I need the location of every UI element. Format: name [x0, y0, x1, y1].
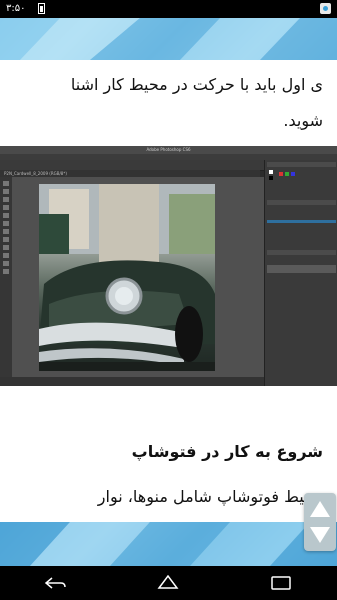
ps-swatch: [279, 172, 283, 176]
ps-tool: [3, 253, 9, 258]
ps-tool: [3, 189, 9, 194]
recents-icon[interactable]: [270, 576, 292, 590]
scroll-thumb-icon[interactable]: [304, 493, 336, 551]
ps-swatch: [291, 172, 295, 176]
bottom-banner: [0, 522, 337, 566]
ps-tool: [3, 181, 9, 186]
battery-icon: [38, 3, 45, 14]
ps-tool: [3, 205, 9, 210]
ps-tool: [3, 197, 9, 202]
ps-tool: [3, 261, 9, 266]
ps-tool: [3, 213, 9, 218]
article-line-3: محیط فوتوشاپ شامل منوها، نوار: [97, 487, 323, 506]
back-icon[interactable]: [44, 577, 66, 589]
ps-panel-header: [267, 220, 336, 223]
ps-status-bar: [0, 377, 264, 386]
ps-panel-header: [267, 162, 336, 167]
top-banner: [0, 18, 337, 60]
status-time: ۳:۵۰: [6, 3, 26, 14]
ps-tool: [3, 237, 9, 242]
ps-document-tab: P2N_Cardwell_8_2009 (RGB/8*): [0, 170, 260, 177]
article-line-1: ی اول باید با حرکت در محیط کار اشنا: [70, 75, 323, 94]
ps-swatch: [269, 170, 273, 174]
ps-tool: [3, 269, 9, 274]
ps-panel-header: [267, 200, 336, 205]
car-photo: [39, 184, 215, 371]
ps-swatch: [285, 172, 289, 176]
ps-tool: [3, 245, 9, 250]
ps-panels: [264, 160, 337, 386]
app-icon: [320, 3, 331, 14]
home-icon[interactable]: [157, 575, 179, 589]
section-heading: شروع به کار در فتوشاپ: [131, 442, 323, 461]
banner-pattern: [0, 18, 337, 60]
article-line-2: شوید.: [283, 111, 323, 130]
ps-panel-header: [267, 250, 336, 255]
ps-tool: [3, 229, 9, 234]
car-illustration: [39, 184, 215, 371]
ps-layer-row: [267, 265, 336, 273]
banner-pattern: [0, 522, 337, 566]
scroll-thumb-grip: [310, 501, 330, 543]
status-bar: ۳:۵۰: [0, 0, 337, 18]
ps-window-title: Adobe Photoshop CS6: [0, 146, 337, 154]
photoshop-screenshot: Adobe Photoshop CS6 P2N_Cardwell_8_2009 …: [0, 146, 337, 386]
ps-tool: [3, 221, 9, 226]
ps-canvas-area: [12, 177, 264, 377]
ps-swatch: [269, 176, 273, 180]
ps-toolbox: [0, 177, 12, 377]
